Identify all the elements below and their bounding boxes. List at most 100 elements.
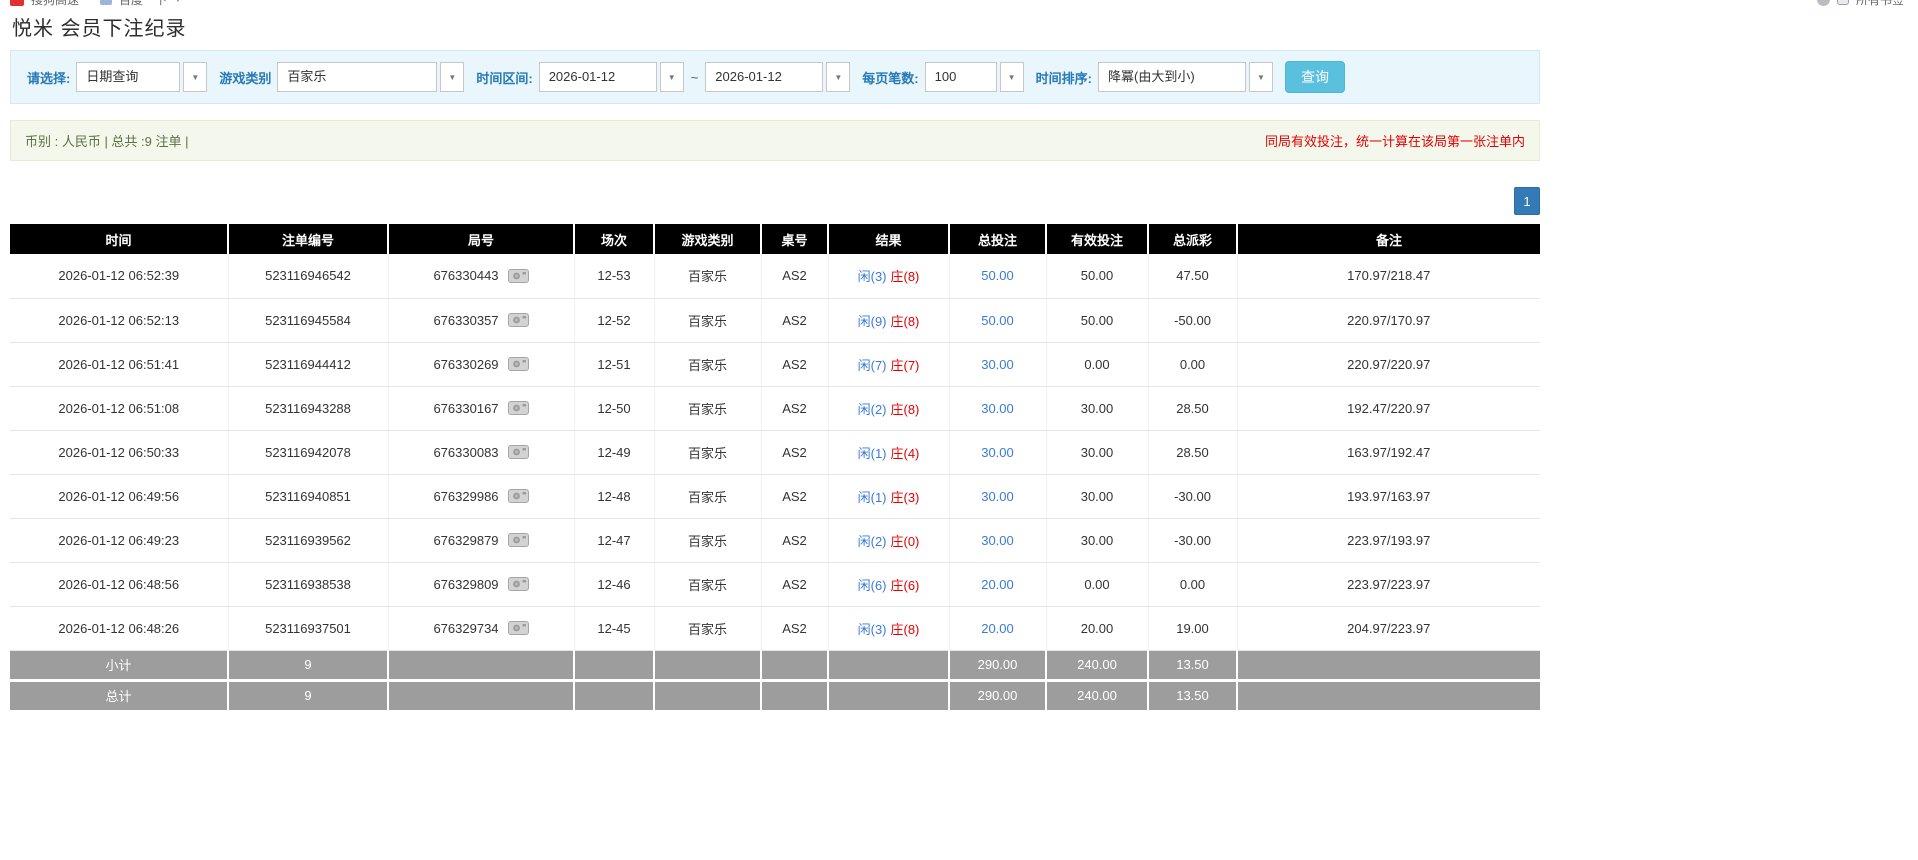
cell-table-no: AS2 (761, 430, 829, 475)
cell-valid-bet: 30.00 (1046, 474, 1149, 519)
cell-valid-bet: 50.00 (1046, 298, 1149, 343)
cell-bet-id: 523116943288 (228, 386, 389, 431)
page-size-dropdown-button[interactable]: ▼ (999, 62, 1024, 92)
cell-table-no: AS2 (761, 518, 829, 563)
cell-note: 204.97/223.97 (1237, 606, 1540, 651)
date-to-value[interactable]: 2026-01-12 (705, 62, 824, 92)
query-type-value[interactable]: 日期查询 (76, 62, 181, 92)
subtotal-label: 小计 (10, 650, 229, 680)
cell-payout: -30.00 (1148, 474, 1238, 519)
video-replay-icon[interactable] (507, 576, 529, 592)
cell-session: 12-45 (574, 606, 655, 651)
cell-note: 193.97/163.97 (1237, 474, 1540, 519)
video-replay-icon[interactable] (507, 400, 529, 416)
video-replay-icon[interactable] (507, 488, 529, 504)
cell-result: 闲(3) 庄(8) (828, 606, 950, 651)
search-button[interactable]: 查询 (1284, 61, 1345, 93)
cell-time: 2026-01-12 06:51:41 (10, 342, 229, 387)
cell-table-no: AS2 (761, 254, 829, 299)
cell-bet-id: 523116940851 (228, 474, 389, 519)
game-type-value[interactable]: 百家乐 (277, 62, 438, 92)
query-type-dropdown-button[interactable]: ▼ (183, 62, 208, 92)
cell-total-bet: 20.00 (949, 606, 1047, 651)
cell-total-bet: 50.00 (949, 254, 1047, 299)
cell-table-no: AS2 (761, 474, 829, 519)
game-type-dropdown-button[interactable]: ▼ (440, 62, 465, 92)
cell-note: 220.97/170.97 (1237, 298, 1540, 343)
table-row: 2026-01-12 06:48:26 523116937501 676329734… (10, 606, 1540, 651)
cell-payout: 47.50 (1148, 254, 1238, 299)
table-row: 2026-01-12 06:49:23 523116939562 676329879… (10, 518, 1540, 563)
bet-records-table: 时间 注单编号 局号 场次 游戏类别 桌号 结果 总投注 有效投注 总派彩 备注… (10, 224, 1540, 710)
grand-total-valid-bet: 240.00 (1046, 678, 1149, 710)
cell-payout: 28.50 (1148, 430, 1238, 475)
cell-round: 676329809 (388, 562, 575, 607)
empty-cell (761, 678, 829, 710)
cell-time: 2026-01-12 06:49:23 (10, 518, 229, 563)
grand-total-count: 9 (228, 678, 389, 710)
cell-bet-id: 523116942078 (228, 430, 389, 475)
page-title: 悦米 会员下注纪录 (12, 18, 187, 40)
empty-cell (388, 678, 575, 710)
page-size-value[interactable]: 100 (924, 62, 997, 92)
table-row: 2026-01-12 06:48:56 523116938538 676329809… (10, 562, 1540, 607)
cell-valid-bet: 0.00 (1046, 342, 1149, 387)
date-from-dropdown-button[interactable]: ▼ (659, 62, 684, 92)
time-sort-dropdown-button[interactable]: ▼ (1248, 62, 1273, 92)
total-bet-link[interactable]: 30.00 (981, 357, 1014, 372)
summary-notice: 同局有效投注，统一计算在该局第一张注单内 (1264, 134, 1525, 149)
result-player: 闲(1) (857, 445, 887, 461)
total-bet-link[interactable]: 50.00 (981, 313, 1014, 328)
total-bet-link[interactable]: 20.00 (981, 577, 1014, 592)
sogou-favicon-icon (10, 0, 24, 6)
cell-bet-id: 523116946542 (228, 254, 389, 299)
cell-payout: -30.00 (1148, 518, 1238, 563)
cell-time: 2026-01-12 06:52:13 (10, 298, 229, 343)
col-header-session: 场次 (574, 224, 655, 254)
video-replay-icon[interactable] (507, 620, 529, 636)
cell-valid-bet: 50.00 (1046, 254, 1149, 299)
total-bet-link[interactable]: 30.00 (981, 489, 1014, 504)
cell-total-bet: 30.00 (949, 518, 1047, 563)
all-bookmarks-button[interactable]: 所有书签 (1856, 0, 1904, 8)
chevron-down-icon: ▼ (191, 72, 200, 82)
time-sort-value[interactable]: 降冪(由大到小) (1097, 62, 1246, 92)
total-bet-link[interactable]: 30.00 (981, 401, 1014, 416)
date-to-dropdown-button[interactable]: ▼ (826, 62, 851, 92)
bookmark-item[interactable]: 搜狗高速 (31, 0, 79, 8)
video-replay-icon[interactable] (507, 532, 529, 548)
pagination: 1 (10, 187, 1540, 215)
total-bet-link[interactable]: 30.00 (981, 445, 1014, 460)
empty-cell (1237, 650, 1540, 680)
total-bet-link[interactable]: 50.00 (981, 268, 1014, 283)
result-player: 闲(2) (857, 401, 887, 417)
subtotal-total-bet: 290.00 (949, 650, 1047, 680)
round-number: 676330167 (433, 400, 499, 416)
table-row: 2026-01-12 06:51:08 523116943288 676330167… (10, 386, 1540, 431)
cell-time: 2026-01-12 06:52:39 (10, 254, 229, 299)
chevron-down-icon: ▼ (667, 72, 676, 82)
empty-cell (761, 650, 829, 680)
video-replay-icon[interactable] (507, 356, 529, 372)
video-replay-icon[interactable] (507, 268, 529, 284)
date-from-value[interactable]: 2026-01-12 (538, 62, 657, 92)
video-replay-icon[interactable] (507, 444, 529, 460)
video-replay-icon[interactable] (507, 312, 529, 328)
result-player: 闲(9) (857, 313, 887, 329)
total-bet-link[interactable]: 20.00 (981, 621, 1014, 636)
page-size-combobox: 100 ▼ (924, 62, 1024, 92)
col-header-game-type: 游戏类别 (654, 224, 762, 254)
bookmark-item[interactable]: 百度一下 (119, 0, 167, 8)
page-1-button[interactable]: 1 (1514, 187, 1540, 215)
filter-bar: 请选择: 日期查询 ▼ 游戏类别 百家乐 ▼ 时间区间: 2026-01-12 … (10, 50, 1540, 104)
subtotal-valid-bet: 240.00 (1046, 650, 1149, 680)
profile-icon[interactable] (1816, 0, 1830, 6)
round-number: 676330083 (433, 444, 499, 460)
col-header-valid-bet: 有效投注 (1046, 224, 1149, 254)
cell-total-bet: 30.00 (949, 386, 1047, 431)
total-bet-link[interactable]: 30.00 (981, 533, 1014, 548)
bet-table-body: 2026-01-12 06:52:39 523116946542 676330443… (10, 254, 1540, 651)
col-header-result: 结果 (828, 224, 950, 254)
cell-valid-bet: 30.00 (1046, 386, 1149, 431)
col-header-note: 备注 (1237, 224, 1540, 254)
